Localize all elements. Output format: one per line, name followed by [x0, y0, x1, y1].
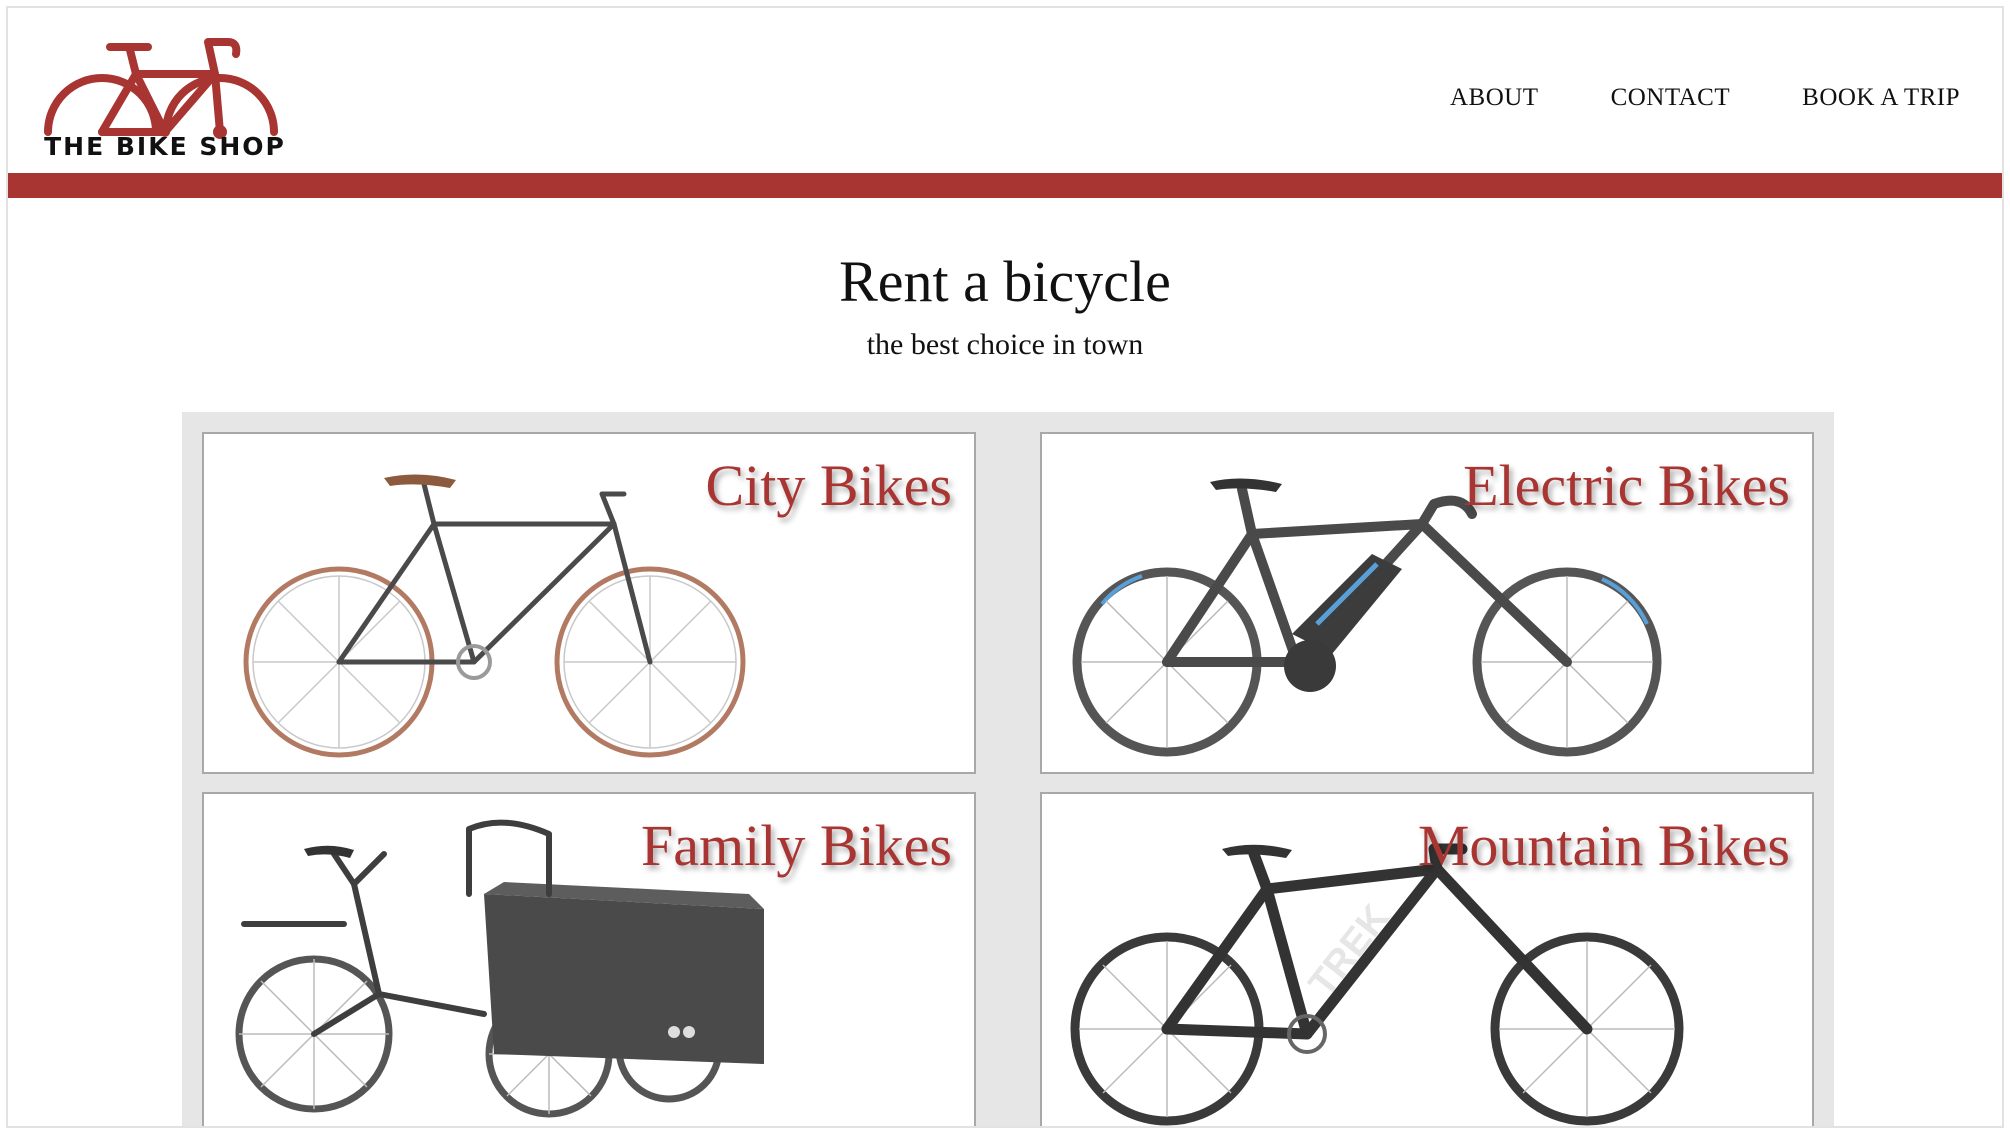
card-city-bikes[interactable]: City Bikes	[202, 432, 976, 774]
card-family-bikes[interactable]: Family Bikes	[202, 792, 976, 1126]
card-family-bikes-title: Family Bikes	[641, 813, 952, 878]
nav-book-trip-link[interactable]: BOOK A TRIP	[1802, 84, 1960, 112]
card-mountain-bikes[interactable]: TREK Mountain Bikes	[1040, 792, 1814, 1126]
card-electric-bikes[interactable]: Electric Bikes	[1040, 432, 1814, 774]
card-mountain-bikes-title: Mountain Bikes	[1417, 813, 1790, 878]
page-subtitle: the best choice in town	[866, 328, 1144, 361]
page-title: Rent a bicycle	[839, 249, 1171, 314]
bike-category-grid: City Bikes Electric Bikes Family Bikes T…	[182, 412, 1834, 1126]
nav-about-link[interactable]: ABOUT	[1450, 84, 1539, 112]
card-electric-bikes-title: Electric Bikes	[1463, 453, 1790, 518]
bike-logo-icon	[44, 38, 278, 139]
logo[interactable]: THE BIKE SHOP	[40, 32, 290, 164]
nav-contact-link[interactable]: CONTACT	[1611, 84, 1731, 112]
page-frame: THE BIKE SHOP ABOUT CONTACT BOOK A TRIP …	[6, 6, 2004, 1128]
site-header: THE BIKE SHOP ABOUT CONTACT BOOK A TRIP	[8, 8, 2002, 180]
logo-text: THE BIKE SHOP	[44, 132, 286, 161]
card-city-bikes-title: City Bikes	[705, 453, 952, 518]
header-divider	[8, 173, 2002, 198]
main-nav: ABOUT CONTACT BOOK A TRIP	[1450, 84, 1960, 112]
